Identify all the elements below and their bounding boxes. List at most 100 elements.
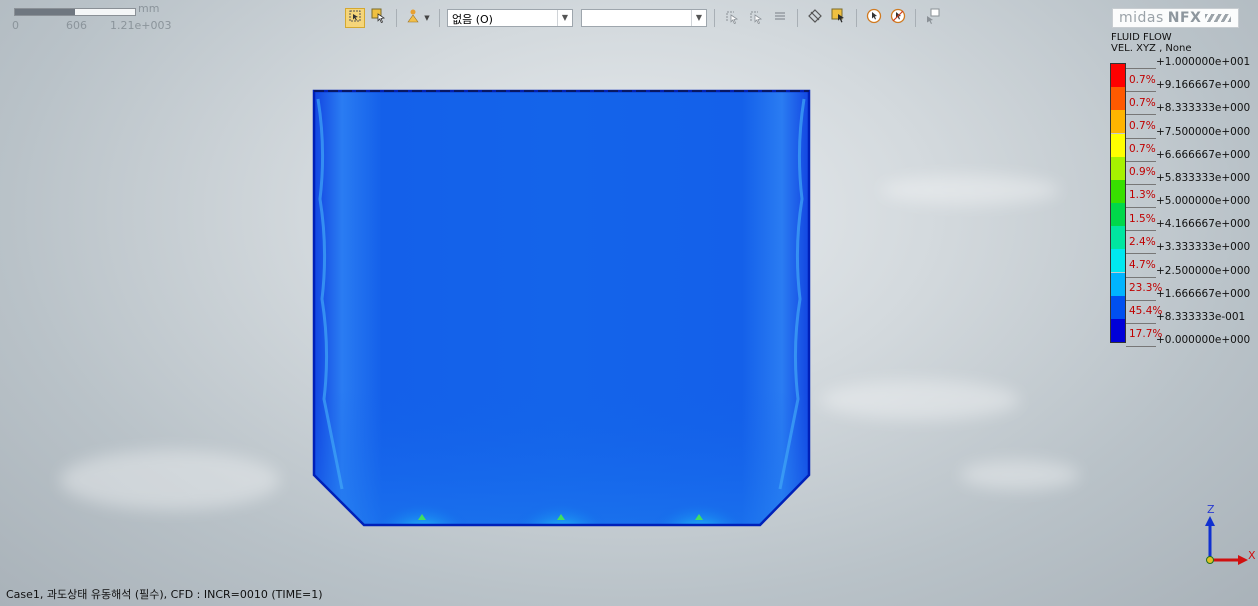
legend-color-swatch [1111, 272, 1125, 296]
z-axis-label: Z [1207, 503, 1215, 516]
scale-label-0: 0 [12, 19, 19, 32]
toolbar-separator [915, 9, 916, 27]
legend-color-swatch [1111, 133, 1125, 157]
background-cloud [960, 460, 1080, 490]
legend-color-swatch [1111, 226, 1125, 250]
midas-nfx-logo: midas NFX [1112, 8, 1239, 28]
logo-stripes-icon [1205, 14, 1232, 22]
scale-bar: mm 0 606 1.21e+003 [12, 2, 174, 34]
legend-title: FLUID FLOW VEL. XYZ , None [1111, 32, 1192, 54]
scale-unit: mm [138, 2, 160, 15]
list-button[interactable] [770, 8, 790, 28]
legend-color-swatch [1111, 110, 1125, 134]
pointer-options-icon [925, 8, 941, 28]
legend-tick-line [1126, 253, 1156, 255]
legend-result-type: FLUID FLOW [1111, 32, 1172, 43]
filter-dropdown-button[interactable]: ▼ [404, 8, 432, 28]
legend-value: +6.666667e+000 [1156, 148, 1251, 161]
legend-color-swatch [1111, 87, 1125, 111]
legend-tick-line [1126, 322, 1156, 324]
scale-label-2: 1.21e+003 [110, 19, 172, 32]
select-element-button[interactable] [369, 8, 389, 28]
legend-component: VEL. XYZ , None [1111, 43, 1192, 54]
legend-value: +5.833333e+000 [1156, 171, 1251, 184]
legend-value: +1.000000e+001 [1156, 56, 1251, 68]
background-cloud [820, 380, 1020, 420]
filter-select-value: 없음 (O) [452, 13, 493, 26]
deselect-button[interactable] [805, 8, 825, 28]
legend-color-swatch [1111, 64, 1125, 88]
legend-value: +5.000000e+000 [1156, 195, 1251, 207]
legend-value: +4.166667e+000 [1156, 218, 1251, 231]
legend-color-bar [1110, 63, 1126, 343]
legend-value: +8.333333e-001 [1156, 310, 1246, 323]
legend-color-swatch [1111, 203, 1125, 227]
legend-percent: 0.9% [1129, 166, 1156, 179]
settings-pointer-button[interactable] [923, 8, 943, 28]
select-all-button[interactable] [829, 8, 849, 28]
legend-value: +2.500000e+000 [1156, 264, 1251, 277]
legend-tick-line [1126, 207, 1156, 208]
legend-percent: 0.7% [1129, 73, 1156, 86]
select-elements-button[interactable] [746, 8, 766, 28]
select-nodes-button[interactable] [722, 8, 742, 28]
toolbar-separator [856, 9, 857, 27]
background-cloud [880, 175, 1060, 205]
legend-percent: 17.7% [1129, 328, 1163, 341]
legend-tick-line [1126, 346, 1156, 347]
legend-percent: 2.4% [1129, 235, 1156, 248]
legend-color-swatch [1111, 156, 1125, 180]
legend-tick-line [1126, 276, 1156, 278]
select-all-icon [831, 8, 847, 28]
legend-percent: 4.7% [1129, 258, 1156, 271]
legend-tick-line [1126, 137, 1156, 139]
element-select-icon [748, 8, 764, 28]
filter-person-icon [406, 8, 422, 28]
legend-percent: 0.7% [1129, 143, 1156, 156]
chevron-down-icon: ▼ [557, 10, 572, 26]
logo-text: midas [1119, 10, 1164, 26]
toolbar-separator [797, 9, 798, 27]
unpick-cursor-button[interactable] [888, 8, 908, 28]
list-icon [772, 8, 788, 28]
circle-cursor-icon [866, 8, 882, 28]
legend-tick-line [1126, 114, 1156, 116]
legend-tick-line [1126, 68, 1156, 69]
legend-percent: 0.7% [1129, 119, 1156, 132]
legend-tick-line [1126, 299, 1156, 301]
chevron-down-icon: ▼ [691, 10, 706, 26]
scale-bar-graphic [14, 8, 136, 16]
legend-percent: 23.3% [1129, 282, 1163, 295]
deselect-diamond-icon [807, 8, 823, 28]
toolbar-separator [714, 9, 715, 27]
legend-tick-line [1126, 230, 1156, 232]
cursor-box-icon [371, 8, 387, 28]
legend-percent: 1.5% [1129, 212, 1156, 225]
select-mode-button[interactable] [345, 8, 365, 28]
legend-color-swatch [1111, 179, 1125, 203]
chevron-down-icon: ▼ [424, 14, 430, 22]
legend-color-swatch [1111, 249, 1125, 273]
legend-percent: 0.7% [1129, 96, 1156, 109]
filter-select[interactable]: 없음 (O) ▼ [447, 9, 573, 27]
x-axis-label: X [1248, 549, 1256, 562]
legend-tick-line [1126, 183, 1156, 185]
legend-value: +3.333333e+000 [1156, 241, 1251, 254]
fluid-velocity-contour [312, 89, 811, 527]
view-toolbar: ▼ 없음 (O) ▼ ▼ [345, 7, 943, 29]
scale-label-1: 606 [66, 19, 87, 32]
select-box-icon [347, 8, 363, 28]
legend-color-swatch [1111, 318, 1125, 342]
logo-brand: NFX [1167, 10, 1202, 26]
legend-tick-line [1126, 91, 1156, 93]
circle-cursor-cancel-icon [890, 8, 906, 28]
legend-value: +8.333333e+000 [1156, 102, 1251, 115]
axis-triad: Z X [1196, 502, 1256, 572]
secondary-select[interactable]: ▼ [581, 9, 707, 27]
toolbar-separator [439, 9, 440, 27]
node-select-icon [724, 8, 740, 28]
pick-cursor-button[interactable] [864, 8, 884, 28]
legend-percent: 45.4% [1129, 305, 1163, 318]
legend-value: +9.166667e+000 [1156, 79, 1251, 92]
legend-value: +1.666667e+000 [1156, 287, 1251, 300]
